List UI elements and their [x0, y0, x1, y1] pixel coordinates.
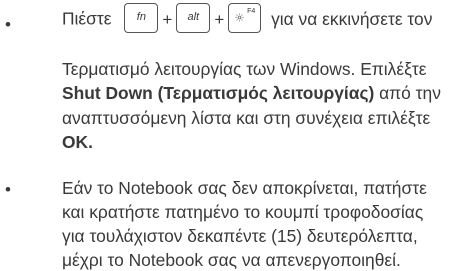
alt-key: alt — [176, 3, 211, 33]
item1-line3: Shut Down (Τερματισμός λειτουργίας) από … — [62, 82, 441, 104]
plus-sign: + — [214, 9, 225, 29]
item1-suffix: για να εκκινήσετε τον — [271, 8, 433, 29]
shut-down-text: Shut Down (Τερματισμός λειτουργίας) — [62, 83, 375, 103]
bullet-2: • — [5, 180, 11, 199]
fn-key: fn — [124, 3, 159, 33]
f4-label: F4 — [247, 8, 256, 15]
item2-line4: μέχρι το Notebook σας να απενεργοποιηθεί… — [62, 250, 401, 270]
item1-line2: Τερματισμό λειτουργίας των Windows. Επιλ… — [62, 59, 427, 79]
item1-line3-rest: από την — [374, 83, 441, 103]
item1-prefix: Πιέστε — [62, 8, 112, 29]
sun-brightness-icon — [235, 13, 244, 22]
item2-line2: και κρατήστε πατημένο το κουμπί τροφοδοσ… — [62, 202, 424, 222]
item1-line4: αναπτυσσόμενη λίστα και στη συνέχεια επι… — [62, 108, 431, 128]
item1-line1: Πιέστε fn + alt + F4 για να εκκινήσετε τον — [62, 3, 433, 35]
plus-sign: + — [162, 9, 173, 29]
ok-text: OK. — [62, 132, 93, 152]
item2-line3: για τουλάχιστον δεκαπέντε (15) δευτερόλε… — [62, 226, 418, 246]
item2-line1: Εάν το Notebook σας δεν αποκρίνεται, πατ… — [62, 178, 427, 198]
f4-key: F4 — [228, 3, 262, 33]
bullet-1: • — [5, 15, 11, 34]
